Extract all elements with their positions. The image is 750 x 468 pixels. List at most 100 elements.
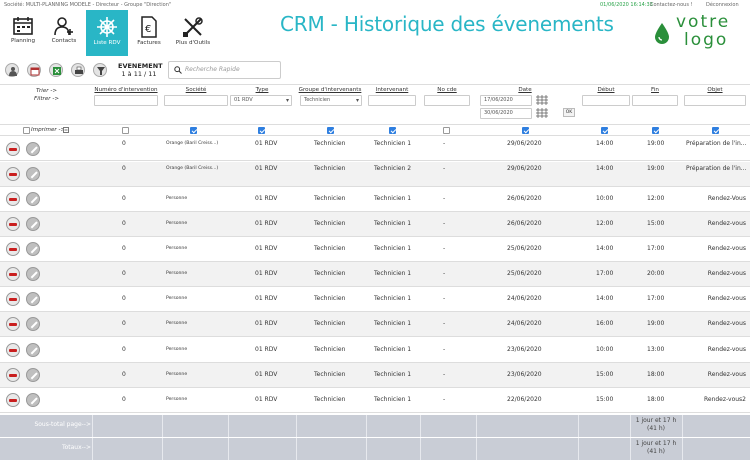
table-row[interactable]: 0 Personne 01 RDV Technicien Technicien 1 - 26… [0,212,750,237]
print-col-fin[interactable] [652,127,659,134]
cell-fin: 15:00 [647,220,665,227]
table-row[interactable]: 0 Personne 01 RDV Technicien Technicien 1 - 25… [0,237,750,262]
edit-icon[interactable] [26,142,40,156]
calendar-icon [30,67,40,76]
col-objet[interactable]: Objet [684,87,746,93]
filter-objet[interactable] [684,95,746,106]
table-row[interactable]: 0 Personne 01 RDV Technicien Technicien 1 - 23… [0,338,750,363]
filter-groupe-select[interactable]: Technicien [300,95,362,106]
print-small-icon[interactable] [63,127,69,133]
edit-icon[interactable] [26,292,40,306]
delete-icon[interactable] [6,343,20,357]
delete-icon[interactable] [6,292,20,306]
cell-societe: Personne [166,296,188,301]
edit-icon[interactable] [26,192,40,206]
cell-type: 01 RDV [255,220,278,227]
ok-button[interactable]: OK [563,108,575,117]
print-col-societe[interactable] [190,127,197,134]
cell-numero: 0 [122,270,126,277]
filter-societe[interactable] [164,95,228,106]
export-button[interactable] [49,63,63,77]
table-row[interactable]: 0 Personne 01 RDV Technicien Technicien 1 - 24… [0,287,750,312]
table-row[interactable]: 0 Personne 01 RDV Technicien Technicien 1 - 24… [0,312,750,337]
contact-link[interactable]: Contactez-nous ! [650,0,693,10]
nav-liste-rdv[interactable]: Liste RDV [86,10,128,56]
print-button[interactable] [71,63,85,77]
print-col-date[interactable] [522,127,529,134]
delete-icon[interactable] [6,267,20,281]
filter-type-select[interactable]: 01 RDV [230,95,292,106]
search-input[interactable]: Recherche Rapide [168,61,281,79]
col-societe[interactable]: Société [164,87,228,93]
calendar-grid-icon[interactable] [536,108,548,118]
print-col-debut[interactable] [601,127,608,134]
company-info: Société: MULTI-PLANNING MODELE - Directe… [4,2,172,8]
delete-icon[interactable] [6,142,20,156]
nav-planning[interactable]: Planning [0,10,46,56]
nav-factures[interactable]: € Factures [126,10,172,56]
delete-icon[interactable] [6,217,20,231]
delete-icon[interactable] [6,167,20,181]
col-groupe[interactable]: Groupe d'intervenants [298,87,362,93]
delete-icon[interactable] [6,192,20,206]
col-intervenant[interactable]: Intervenant [368,87,416,93]
edit-icon[interactable] [26,393,40,407]
edit-icon[interactable] [26,217,40,231]
table-row[interactable]: 0 Personne 01 RDV Technicien Technicien 1 - 23… [0,363,750,388]
print-col-groupe[interactable] [327,127,334,134]
search-icon [174,66,182,74]
calendar-icon [13,17,33,35]
print-col-numero[interactable] [122,127,129,134]
edit-icon[interactable] [26,368,40,382]
col-type[interactable]: Type [232,87,292,93]
cell-nocde: - [443,195,446,202]
col-debut[interactable]: Début [582,87,630,93]
search-placeholder: Recherche Rapide [185,66,240,73]
filter-nocde[interactable] [424,95,470,106]
filter-intervenant[interactable] [368,95,416,106]
print-col-objet[interactable] [712,127,719,134]
filter-date-to[interactable]: 30/06/2020 [480,108,532,119]
nav-plus-outils[interactable]: Plus d'Outils [170,10,216,56]
cell-debut: 14:00 [596,165,614,172]
edit-icon[interactable] [26,242,40,256]
logout-link[interactable]: Déconnexion [706,0,739,10]
delete-icon[interactable] [6,317,20,331]
table-row[interactable]: 0 Personne 01 RDV Technicien Technicien 1 - 25… [0,262,750,287]
table-row[interactable]: 0 Personne 01 RDV Technicien Technicien 1 - 26… [0,187,750,212]
col-nocde[interactable]: No cde [425,87,469,93]
print-all-checkbox[interactable] [23,127,30,134]
col-date[interactable]: Date [480,87,570,93]
event-label: EVENEMENT [118,62,163,70]
filter-debut[interactable] [582,95,630,106]
nav-contacts[interactable]: Contacts [41,10,87,56]
cell-nocde: - [443,245,446,252]
table-row[interactable]: 0 Orange (Baril Creiss...) 01 RDV Technicie… [0,162,750,187]
delete-icon[interactable] [6,368,20,382]
col-numero[interactable]: Numéro d'intervention [94,87,158,93]
table-row[interactable]: 0 Orange (Baril Creiss...) 01 RDV Technicie… [0,137,750,161]
cell-groupe: Technicien [314,220,346,227]
table-row[interactable]: 0 Personne 01 RDV Technicien Technicien 1 - 22… [0,388,750,413]
filter-button[interactable] [93,63,107,77]
company-logo: votre logo [650,12,745,52]
column-separator [366,438,367,460]
delete-icon[interactable] [6,242,20,256]
calendar-grid-icon[interactable] [536,95,548,105]
column-separator [476,438,477,460]
filter-date-from[interactable]: 17/06/2020 [480,95,532,106]
person-button[interactable] [5,63,19,77]
edit-icon[interactable] [26,167,40,181]
print-col-type[interactable] [258,127,265,134]
col-fin[interactable]: Fin [632,87,678,93]
edit-icon[interactable] [26,317,40,331]
filter-numero[interactable] [94,95,158,106]
print-col-nocde[interactable] [443,127,450,134]
filter-fin[interactable] [632,95,678,106]
edit-icon[interactable] [26,267,40,281]
calendar-button[interactable] [27,63,41,77]
edit-icon[interactable] [26,343,40,357]
delete-icon[interactable] [6,393,20,407]
cell-fin: 20:00 [647,270,665,277]
print-col-intervenant[interactable] [389,127,396,134]
